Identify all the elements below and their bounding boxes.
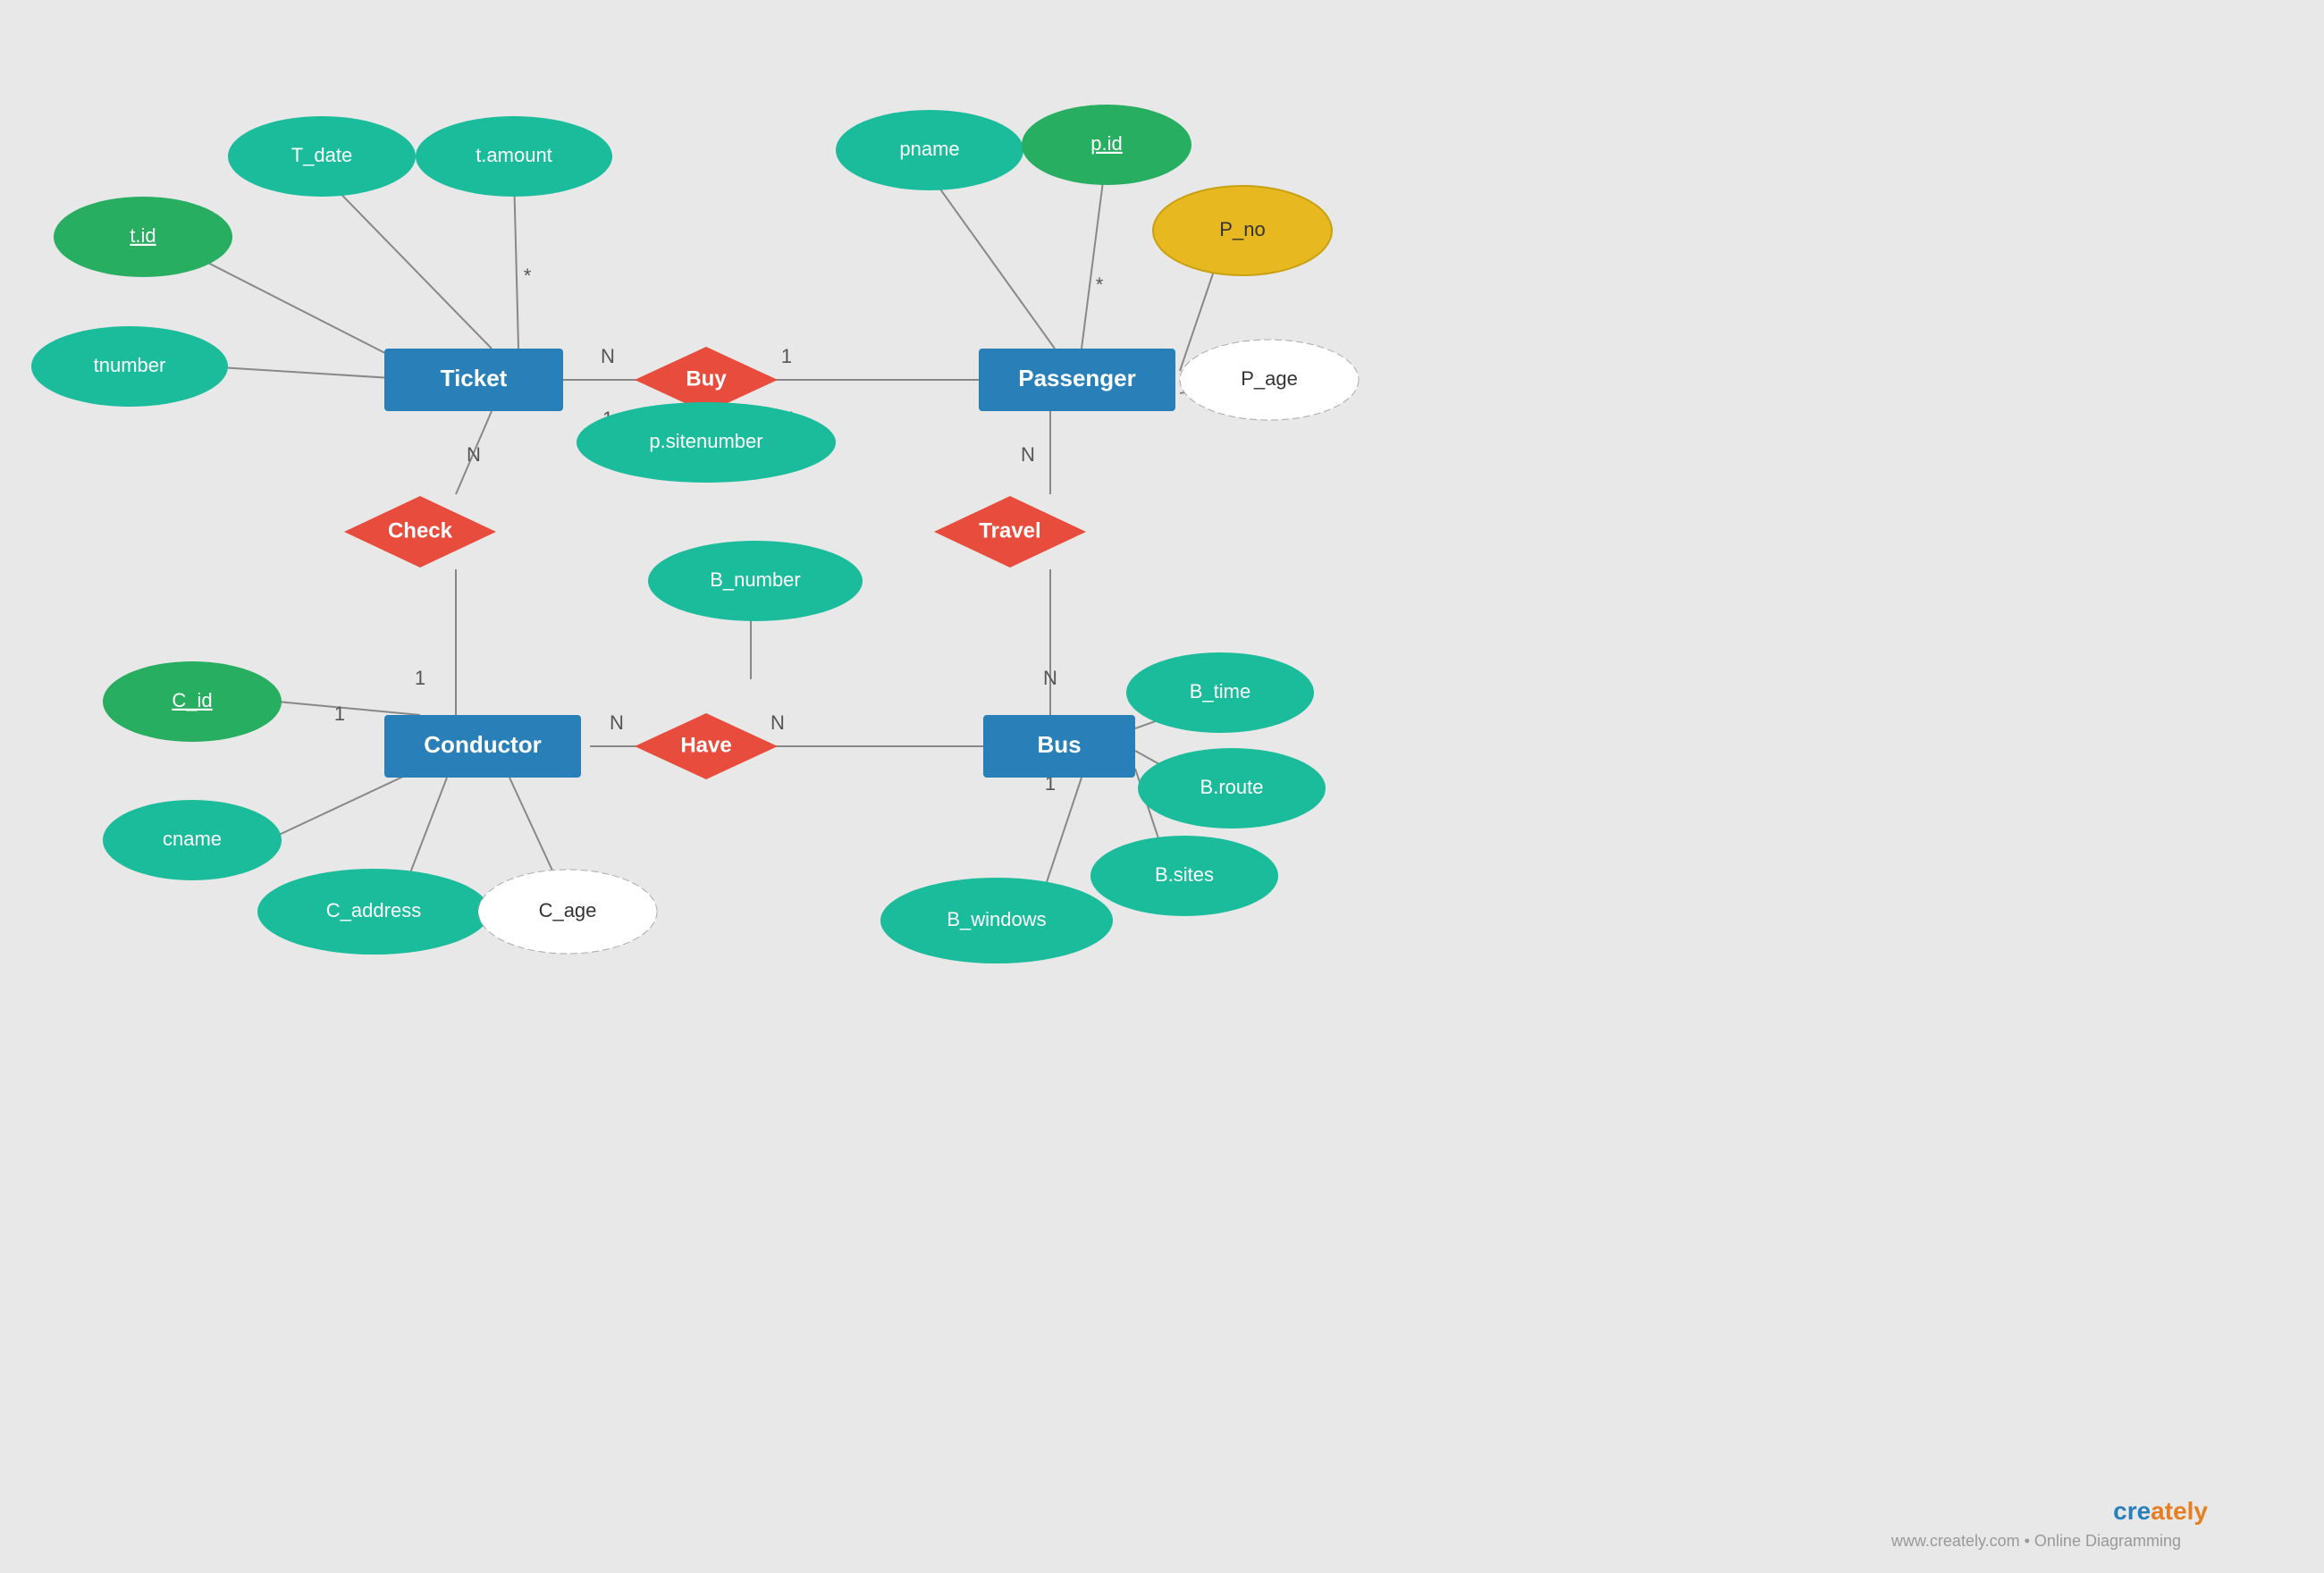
card-conductor-have-n: N — [610, 711, 624, 734]
attr-p-sitenumber-label: p.sitenumber — [649, 430, 762, 452]
attr-pname-label: pname — [899, 138, 959, 160]
relation-check-label: Check — [388, 518, 453, 543]
attr-b-windows-label: B_windows — [947, 908, 1046, 930]
attr-t-amount-label: t.amount — [476, 144, 552, 166]
card-check-conductor-n: 1 — [334, 702, 345, 725]
attr-p-no-label: P_no — [1219, 218, 1265, 240]
card-ticket-buy: N — [601, 345, 615, 367]
attr-p-age-label: P_age — [1241, 367, 1298, 390]
entity-ticket-label: Ticket — [441, 365, 508, 391]
attr-t-id-label: t.id — [130, 224, 156, 247]
card-passenger-travel-n: N — [1021, 443, 1035, 466]
attr-cname-label: cname — [163, 828, 222, 850]
card-buy-passenger-n: 1 — [781, 345, 792, 367]
er-diagram: N * 1 1 N N 1 1 N * N 1 N N Ticket Passe… — [0, 0, 2324, 1573]
card-passenger-star: * — [1096, 273, 1104, 296]
attr-c-age-label: C_age — [539, 899, 597, 921]
card-ticket-check-n: N — [467, 443, 481, 466]
card-have-bus-n: N — [770, 711, 785, 734]
attr-c-id-label: C_id — [172, 689, 212, 711]
attr-b-time-label: B_time — [1190, 680, 1250, 702]
attr-p-id-label: p.id — [1090, 132, 1122, 155]
entity-bus-label: Bus — [1037, 731, 1081, 758]
attr-b-number-label: B_number — [710, 568, 801, 591]
card-ticket-star: * — [524, 265, 532, 287]
card-check-conductor-1: 1 — [415, 667, 425, 689]
attr-t-date-label: T_date — [291, 144, 353, 166]
attr-tnumber-label: tnumber — [94, 354, 166, 376]
watermark: www.creately.com • Online Diagramming — [1890, 1532, 2181, 1550]
relation-buy-label: Buy — [686, 366, 727, 391]
attr-b-sites-label: B.sites — [1155, 863, 1214, 886]
card-travel-bus-n: N — [1043, 667, 1057, 689]
relation-travel-label: Travel — [979, 518, 1040, 543]
attr-b-route-label: B.route — [1200, 776, 1264, 798]
entity-conductor-label: Conductor — [424, 731, 541, 758]
attr-c-address-label: C_address — [326, 899, 421, 921]
entity-passenger-label: Passenger — [1018, 365, 1136, 391]
creately-logo: creately — [2113, 1497, 2208, 1525]
relation-have-label: Have — [680, 733, 731, 757]
